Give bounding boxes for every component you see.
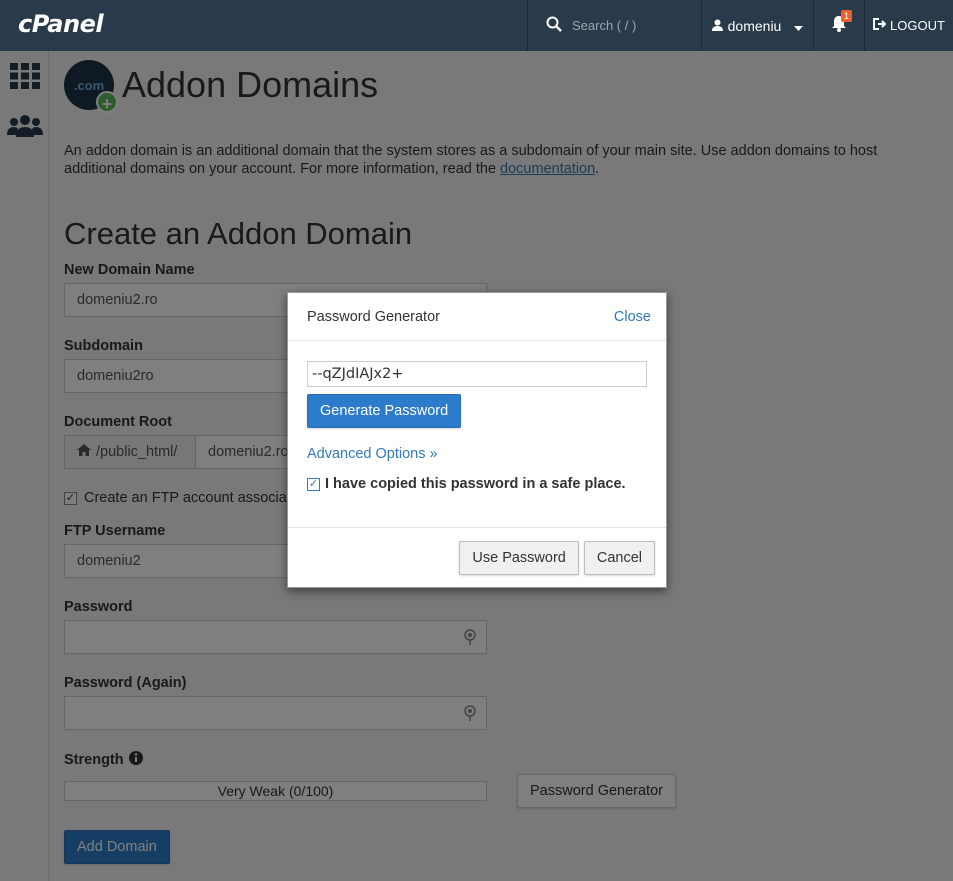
- user-menu[interactable]: domeniu: [702, 0, 814, 51]
- user-name: domeniu: [727, 17, 782, 34]
- user-icon: [711, 18, 723, 34]
- search-placeholder: Search ( / ): [572, 18, 637, 33]
- copied-confirmation-row: ✓ I have copied this password in a safe …: [307, 476, 647, 492]
- advanced-options-link[interactable]: Advanced Options »: [307, 446, 647, 462]
- cancel-button[interactable]: Cancel: [583, 540, 655, 575]
- notifications-button[interactable]: 1: [814, 0, 865, 51]
- modal-close-link[interactable]: Close: [614, 309, 651, 325]
- top-navbar: cPanel Search ( / ) domeniu 1 LOGOUT: [0, 0, 953, 51]
- password-generator-modal: Password Generator Close Generate Passwo…: [287, 292, 667, 588]
- logout-label: LOGOUT: [890, 18, 945, 33]
- generate-password-button[interactable]: Generate Password: [307, 394, 462, 428]
- logout-icon: [873, 18, 887, 33]
- copied-checkbox[interactable]: ✓: [307, 477, 320, 491]
- modal-footer: Use Password Cancel: [288, 527, 666, 587]
- cpanel-logo[interactable]: cPanel: [0, 0, 527, 51]
- copied-label: I have copied this password in a safe pl…: [325, 476, 626, 492]
- modal-header: Password Generator Close: [288, 293, 666, 341]
- use-password-button[interactable]: Use Password: [459, 540, 579, 575]
- generated-password-input[interactable]: [307, 361, 647, 387]
- notification-badge: 1: [841, 10, 853, 22]
- modal-title: Password Generator: [307, 308, 440, 325]
- caret-down-icon: [794, 18, 804, 34]
- modal-body: Generate Password Advanced Options » ✓ I…: [288, 341, 666, 512]
- search-icon: [546, 16, 562, 35]
- logout-button[interactable]: LOGOUT: [865, 0, 953, 51]
- search-box[interactable]: Search ( / ): [527, 0, 702, 51]
